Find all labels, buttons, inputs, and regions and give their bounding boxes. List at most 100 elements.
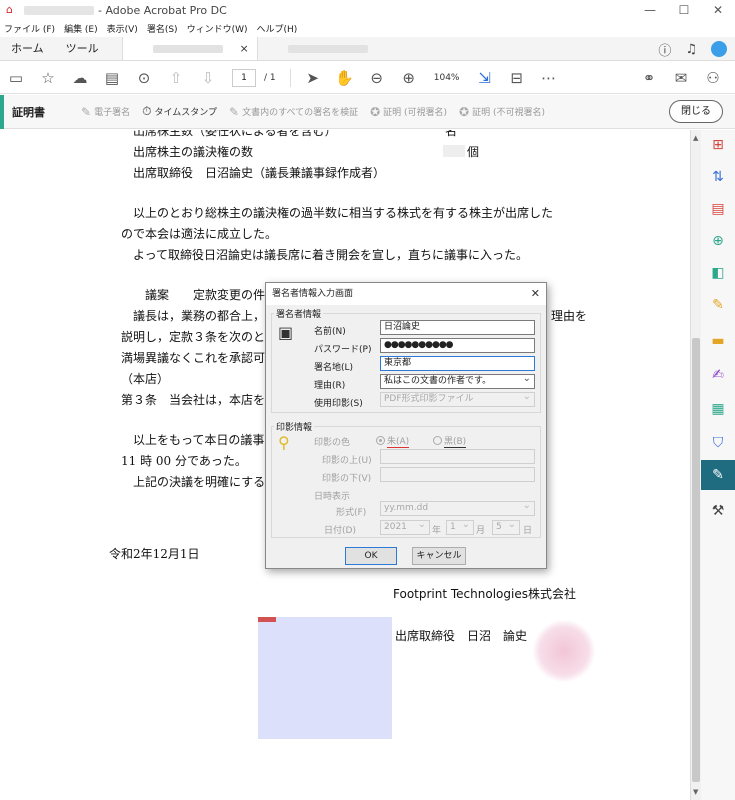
save-icon[interactable]: ▭ <box>0 69 32 87</box>
certbar-accent <box>0 94 4 129</box>
name-input[interactable]: 日沼論史 <box>380 320 535 335</box>
edit-pdf-icon[interactable]: ✎ <box>701 290 735 320</box>
ok-button[interactable]: OK <box>345 547 397 565</box>
certify-visible-button[interactable]: ✪ 証明 (可視署名) <box>370 105 447 119</box>
certificates-tool-icon[interactable]: ✎ <box>701 460 735 490</box>
cancel-button[interactable]: キャンセル <box>412 547 466 565</box>
color-red-label: 朱(A) <box>387 437 410 448</box>
location-input[interactable]: 東京都 <box>380 356 535 371</box>
toolbar-separator <box>289 68 291 87</box>
print-production-icon[interactable]: ▦ <box>701 394 735 424</box>
hand-tool-icon[interactable]: ✋ <box>329 69 361 87</box>
help-icon[interactable]: ⓘ <box>658 40 671 59</box>
scroll-down-arrow-icon[interactable]: ▼ <box>693 788 698 796</box>
signature-field-tag <box>258 617 276 622</box>
minimize-button[interactable]: — <box>633 0 667 20</box>
scrollbar-thumb[interactable] <box>692 338 700 782</box>
page-number-input[interactable]: 1 <box>232 68 256 87</box>
export-pdf-icon[interactable]: ⇅ <box>701 162 735 192</box>
color-red-radio[interactable]: 朱(A) <box>376 434 410 448</box>
more-tools-icon[interactable]: ⋯ <box>533 69 565 87</box>
redacted-vote-count <box>443 145 465 157</box>
doc-line-closing: 以上をもって本日の議事 <box>133 433 265 447</box>
month-select[interactable]: 1 <box>446 520 474 535</box>
menu-window[interactable]: ウィンドウ(W) <box>187 22 248 35</box>
close-window-button[interactable]: ✕ <box>701 0 735 20</box>
page-down-icon[interactable]: ⇩ <box>192 69 224 87</box>
link-icon[interactable]: ⚭ <box>633 69 665 87</box>
find-zoom-icon[interactable]: ⊙ <box>128 69 160 87</box>
create-pdf-icon[interactable]: ⊞ <box>701 130 735 160</box>
digital-sign-button[interactable]: ✎ 電子署名 <box>81 105 130 119</box>
mail-icon[interactable]: ✉ <box>665 69 697 87</box>
maximize-button[interactable]: ☐ <box>667 0 701 20</box>
color-black-radio[interactable]: 黒(B) <box>433 434 467 448</box>
year-select[interactable]: 2021 <box>380 520 430 535</box>
certify-ribbon-icon-2: ✪ <box>459 104 470 119</box>
scroll-up-arrow-icon[interactable]: ▲ <box>693 134 698 142</box>
timestamp-button[interactable]: ⏱ タイムスタンプ <box>142 104 217 119</box>
select-cursor-icon[interactable]: ➤ <box>297 69 329 87</box>
tab-document-active[interactable]: × <box>121 37 258 61</box>
scroll-mode-icon[interactable]: ⊟ <box>501 69 533 87</box>
doc-line-attendees-unit: 名 <box>445 130 458 138</box>
format-select[interactable]: yy.mm.dd <box>380 501 535 516</box>
more-tools-wrench-icon[interactable]: ⚒ <box>701 496 735 526</box>
menu-view[interactable]: 表示(V) <box>107 22 138 35</box>
zoom-out-icon[interactable]: ⊖ <box>361 69 393 87</box>
tab-close-button[interactable]: × <box>239 37 248 61</box>
compare-files-icon[interactable]: ◧ <box>701 258 735 288</box>
close-certbar-button[interactable]: 閉じる <box>669 100 723 123</box>
menu-edit[interactable]: 編集 (E) <box>64 22 98 35</box>
seal-info-group-label: 印影情報 <box>274 420 315 433</box>
menu-sign[interactable]: 署名(S) <box>147 22 178 35</box>
seal-below-input[interactable] <box>380 467 535 482</box>
signer-info-group-label: 署名者情報 <box>274 307 324 320</box>
doc-line-votes-unit: 個 <box>467 145 480 159</box>
password-label: パスワード(P) <box>314 345 372 355</box>
stamp-select[interactable]: PDF形式印影ファイル <box>380 392 535 407</box>
fit-page-icon[interactable]: ⇲ <box>469 69 501 87</box>
digital-sign-label: 電子署名 <box>94 108 131 118</box>
fill-sign-icon[interactable]: ✍ <box>701 360 735 390</box>
tab-home[interactable]: ホーム <box>0 37 55 60</box>
certify-invisible-button[interactable]: ✪ 証明 (不可視署名) <box>459 105 545 119</box>
print-icon[interactable]: ▤ <box>96 69 128 87</box>
signer-card-icon: ▣ <box>278 323 294 342</box>
protect-shield-icon[interactable]: ⛉ <box>701 428 735 458</box>
verify-all-signatures-button[interactable]: ✎ 文書内のすべての署名を検証 <box>229 105 358 119</box>
account-avatar[interactable] <box>711 41 727 57</box>
dialog-close-button[interactable]: ✕ <box>531 283 540 305</box>
document-filename-blurred <box>24 5 94 15</box>
tab-document-2[interactable] <box>258 37 394 60</box>
cloud-upload-icon[interactable]: ☁ <box>64 69 96 87</box>
toolbar-right: ⚭ ✉ ⚇ <box>633 62 729 94</box>
comment-icon[interactable]: ▬ <box>701 326 735 356</box>
doc-signer-name: 出席取締役 日沼 論史 <box>395 629 528 643</box>
signature-field-box[interactable] <box>258 617 392 739</box>
vertical-scrollbar[interactable]: ▲ ▼ <box>690 130 701 800</box>
reason-select[interactable]: 私はこの文書の作者です。 <box>380 374 535 389</box>
day-select[interactable]: 5 <box>492 520 520 535</box>
menu-bar: ファイル (F) 編集 (E) 表示(V) 署名(S) ウィンドウ(W) ヘルプ… <box>0 20 735 36</box>
notification-bell-icon[interactable]: ♫ <box>685 42 697 57</box>
password-input[interactable]: ●●●●●●●●●● <box>380 338 535 353</box>
seal-above-input[interactable] <box>380 449 535 464</box>
location-label: 署名地(L) <box>314 363 354 373</box>
add-user-icon[interactable]: ⚇ <box>697 69 729 87</box>
certify-ribbon-icon: ✪ <box>370 104 381 119</box>
tab-tools[interactable]: ツール <box>55 37 110 60</box>
doc-company-name: Footprint Technologies株式会社 <box>393 587 576 601</box>
doc-date: 令和2年12月1日 <box>109 547 200 561</box>
combine-files-icon[interactable]: ⊕ <box>701 226 735 256</box>
pen-sign-icon: ✎ <box>81 104 92 119</box>
zoom-in-icon[interactable]: ⊕ <box>393 69 425 87</box>
doc-line-para2: よって取締役日沼論史は議長席に着き開会を宣し，直ちに議事に入った。 <box>133 248 529 262</box>
menu-file[interactable]: ファイル (F) <box>4 22 55 35</box>
zoom-level-dropdown[interactable]: 104% <box>425 73 469 83</box>
menu-help[interactable]: ヘルプ(H) <box>257 22 298 35</box>
bookmark-star-icon[interactable]: ☆ <box>32 69 64 87</box>
title-bar: ⌂ - Adobe Acrobat Pro DC — ☐ ✕ <box>0 0 735 20</box>
page-up-icon[interactable]: ⇧ <box>160 69 192 87</box>
organize-pages-icon[interactable]: ▤ <box>701 194 735 224</box>
